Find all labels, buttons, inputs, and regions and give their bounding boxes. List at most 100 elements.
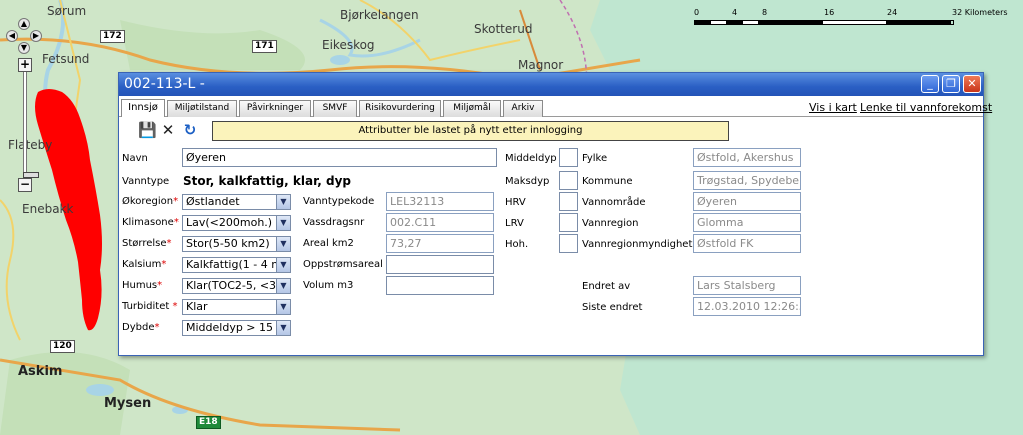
- storrelse-select[interactable]: Stor(5-50 km2) ▼: [182, 236, 291, 252]
- label-siste-endret: Siste endret: [582, 302, 643, 313]
- label-dybde: Dybde*: [122, 322, 160, 333]
- scale-bar: 0 4 8 16 24 32 Kilometers: [690, 8, 1020, 34]
- vannomrade-input[interactable]: Øyeren: [693, 192, 801, 211]
- hoh-field[interactable]: [559, 234, 578, 253]
- middeldyp-field[interactable]: [559, 148, 578, 167]
- save-icon[interactable]: 💾: [138, 122, 157, 138]
- vannregion-input[interactable]: Glomma: [693, 213, 801, 232]
- chevron-down-icon: ▼: [276, 237, 290, 251]
- map-label: Eikeskog: [322, 38, 375, 52]
- humus-select[interactable]: Klar(TOC2-5, <30m ▼: [182, 278, 291, 294]
- label-volum: Volum m3: [303, 280, 354, 291]
- chevron-down-icon: ▼: [276, 321, 290, 335]
- chevron-down-icon: ▼: [276, 300, 290, 314]
- tab-risikovurdering[interactable]: Risikovurdering: [359, 100, 441, 117]
- fylke-input[interactable]: Østfold, Akershus: [693, 148, 801, 167]
- siste-endret-input[interactable]: 12.03.2010 12:26:36: [693, 297, 801, 316]
- zoom-control: + −: [18, 58, 39, 192]
- navn-input[interactable]: Øyeren: [182, 148, 497, 167]
- chevron-down-icon: ▼: [276, 279, 290, 293]
- label-klimasone: Klimasone*: [122, 217, 179, 228]
- tab-pavirkninger[interactable]: Påvirkninger: [239, 100, 311, 117]
- maksdyp-field[interactable]: [559, 171, 578, 190]
- label-kalsium: Kalsium*: [122, 259, 167, 270]
- road-shield: E18: [196, 416, 221, 429]
- tab-innsjo[interactable]: Innsjø: [121, 99, 165, 117]
- tab-miljotilstand[interactable]: Miljøtilstand: [167, 100, 237, 117]
- road-shield: 171: [252, 40, 277, 53]
- road-shield: 172: [100, 30, 125, 43]
- pan-control: ▲ ◀ ▶ ▼: [6, 18, 42, 54]
- zoom-out-button[interactable]: −: [18, 178, 32, 192]
- lrv-field[interactable]: [559, 213, 578, 232]
- scale-tick: 4: [732, 8, 738, 17]
- show-in-map-link[interactable]: Vis i kart: [809, 101, 857, 114]
- label-middeldyp: Middeldyp: [505, 153, 557, 164]
- label-areal: Areal km2: [303, 238, 354, 249]
- label-vannomrade: Vannområde: [582, 197, 646, 208]
- vassdragsnr-input[interactable]: 002.C11: [386, 213, 494, 232]
- label-vanntype: Vanntype: [122, 176, 170, 187]
- label-humus: Humus*: [122, 280, 163, 291]
- turbiditet-select[interactable]: Klar ▼: [182, 299, 291, 315]
- label-vannregionmyndighet: Vannregionmyndighet: [582, 239, 693, 250]
- scale-tick: 16: [824, 8, 835, 17]
- map-label: Fetsund: [42, 52, 90, 66]
- dybde-select[interactable]: Middeldyp > 15 m ▼: [182, 320, 291, 336]
- tab-smvf[interactable]: SMVF: [313, 100, 357, 117]
- volum-input[interactable]: [386, 276, 494, 295]
- dialog-titlebar[interactable]: 002-113-L - _ ❐ ✕: [119, 73, 983, 96]
- scale-tick: 24: [887, 8, 898, 17]
- chevron-down-icon: ▼: [276, 216, 290, 230]
- dialog-title: 002-113-L -: [124, 76, 205, 92]
- label-okoregion: Økoregion*: [122, 196, 179, 207]
- tab-miljomal[interactable]: Miljømål: [443, 100, 501, 117]
- chevron-down-icon: ▼: [276, 195, 290, 209]
- kommune-input[interactable]: Trøgstad, Spydeberg: [693, 171, 801, 190]
- hrv-field[interactable]: [559, 192, 578, 211]
- road-shield: 120: [50, 340, 75, 353]
- scale-tick: 32 Kilometers: [952, 8, 1008, 17]
- cancel-icon[interactable]: ✕: [160, 122, 176, 138]
- chevron-down-icon: ▼: [276, 258, 290, 272]
- oppstromsareal-input[interactable]: [386, 255, 494, 274]
- pan-right-icon[interactable]: ▶: [30, 30, 42, 42]
- scale-tick: 0: [694, 8, 700, 17]
- label-endret-av: Endret av: [582, 281, 631, 292]
- vanntypekode-input[interactable]: LEL32113: [386, 192, 494, 211]
- scale-bar-graphic: [694, 20, 954, 25]
- close-button[interactable]: ✕: [963, 75, 981, 93]
- kalsium-select[interactable]: Kalkfattig(1 - 4 mg ▼: [182, 257, 291, 273]
- map-label: Sørum: [47, 4, 87, 18]
- label-navn: Navn: [122, 153, 148, 164]
- okoregion-select[interactable]: Østlandet ▼: [182, 194, 291, 210]
- zoom-in-button[interactable]: +: [18, 58, 32, 72]
- refresh-icon[interactable]: ↻: [182, 122, 198, 138]
- pan-down-icon[interactable]: ▼: [18, 42, 30, 54]
- vannregionmyndighet-input[interactable]: Østfold FK: [693, 234, 801, 253]
- label-vanntypekode: Vanntypekode: [303, 196, 375, 207]
- water-body-dialog: 002-113-L - _ ❐ ✕ Innsjø Miljøtilstand P…: [118, 72, 992, 356]
- tab-arkiv[interactable]: Arkiv: [503, 100, 543, 117]
- areal-input[interactable]: 73,27: [386, 234, 494, 253]
- pan-up-icon[interactable]: ▲: [18, 18, 30, 30]
- label-hrv: HRV: [505, 197, 526, 208]
- label-turbiditet: Turbiditet *: [122, 301, 178, 312]
- map-label: Enebakk: [22, 202, 74, 216]
- map-label: Mysen: [104, 396, 152, 411]
- minimize-button[interactable]: _: [921, 75, 939, 93]
- maximize-button[interactable]: ❐: [942, 75, 960, 93]
- label-maksdyp: Maksdyp: [505, 176, 550, 187]
- label-storrelse: Størrelse*: [122, 238, 172, 249]
- zoom-track[interactable]: [23, 72, 39, 178]
- klimasone-select[interactable]: Lav(<200moh.) ▼: [182, 215, 291, 231]
- endret-av-input[interactable]: Lars Stalsberg: [693, 276, 801, 295]
- label-vassdragsnr: Vassdragsnr: [303, 217, 365, 228]
- label-oppstromsareal: Oppstrømsareal: [303, 259, 383, 270]
- map-label: Bjørkelangen: [340, 8, 419, 22]
- map-label: Skotterud: [474, 22, 533, 36]
- link-to-water-body[interactable]: Lenke til vannforekomst: [860, 101, 992, 114]
- map-label: Magnor: [518, 58, 564, 72]
- label-vannregion: Vannregion: [582, 218, 639, 229]
- pan-left-icon[interactable]: ◀: [6, 30, 18, 42]
